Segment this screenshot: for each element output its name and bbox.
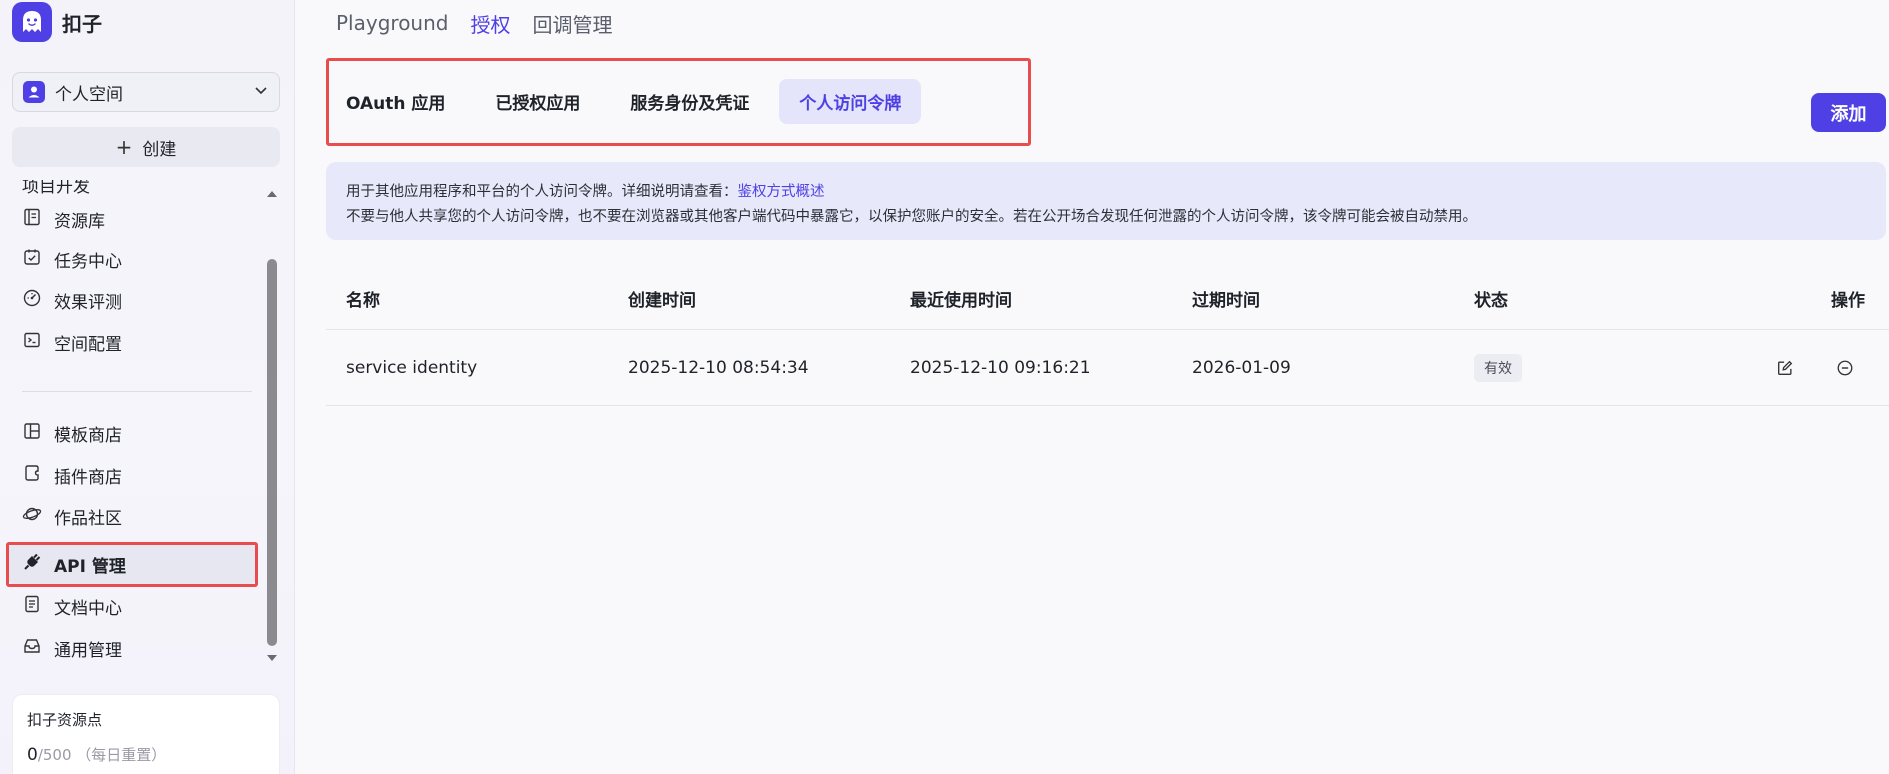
sidebar-item-label: 通用管理 <box>54 640 122 661</box>
sidebar-item-docs[interactable]: 文档中心 <box>22 589 122 623</box>
sidebar-nav: 项目开发 资源库 任务中心 效果评测 空间配置 模板商店 插件商店 作品社区 A… <box>0 180 295 670</box>
points-total: /500 <box>37 746 72 764</box>
workspace-select[interactable]: 个人空间 <box>12 72 280 112</box>
header-created: 创建时间 <box>628 291 696 311</box>
scroll-up-arrow-icon[interactable] <box>265 187 279 201</box>
add-token-button[interactable]: 添加 <box>1811 93 1886 132</box>
tab-playground[interactable]: Playground <box>336 11 448 35</box>
coze-logo-icon <box>12 2 52 42</box>
header-last-used: 最近使用时间 <box>910 291 1012 311</box>
brand[interactable]: 扣子 <box>12 2 102 42</box>
tab-authorized-apps[interactable]: 已授权应用 <box>495 79 580 124</box>
token-status-cell: 有效 <box>1474 330 1522 405</box>
sub-tabs: OAuth 应用 已授权应用 服务身份及凭证 个人访问令牌 <box>326 58 1028 144</box>
doc-icon <box>22 594 42 619</box>
points-title: 扣子资源点 <box>27 711 103 729</box>
sidebar-item-label: 任务中心 <box>54 251 122 272</box>
header-expires: 过期时间 <box>1192 291 1260 311</box>
sidebar-item-general[interactable]: 通用管理 <box>22 631 122 665</box>
tab-service-identity[interactable]: 服务身份及凭证 <box>630 79 749 124</box>
token-name: service identity <box>346 357 478 378</box>
sidebar-item-tasks[interactable]: 任务中心 <box>22 242 122 276</box>
table-row: service identity 2025-12-10 08:54:34 202… <box>326 330 1889 406</box>
edit-token-button[interactable] <box>1774 330 1796 405</box>
sidebar-item-project-dev[interactable]: 项目开发 <box>22 180 90 197</box>
sidebar-item-evaluation[interactable]: 效果评测 <box>22 283 122 317</box>
app-name: 扣子 <box>62 11 102 36</box>
create-label: 创建 <box>142 139 177 160</box>
header-name: 名称 <box>346 291 380 311</box>
resource-points-card: 扣子资源点 0/500 （每日重置） <box>12 694 280 774</box>
task-icon <box>22 247 42 272</box>
points-note: （每日重置） <box>76 746 167 764</box>
sidebar: 扣子 个人空间 + 创建 项目开发 资源库 任务中心 效果评测 空间配置 模板商… <box>0 0 295 774</box>
planet-icon <box>22 504 42 529</box>
chevron-down-icon <box>253 82 269 102</box>
sidebar-item-label: 插件商店 <box>54 467 122 488</box>
plugin-icon <box>22 463 42 488</box>
token-expires: 2026-01-09 <box>1192 357 1291 378</box>
info-banner: 用于其他应用程序和平台的个人访问令牌。详细说明请查看：鉴权方式概述 不要与他人共… <box>326 162 1886 240</box>
api-icon <box>22 552 42 577</box>
sidebar-scrollbar[interactable] <box>265 187 279 665</box>
status-badge: 有效 <box>1474 353 1522 382</box>
terminal-icon <box>22 330 42 355</box>
sidebar-item-api-management[interactable]: API 管理 <box>22 547 126 581</box>
sidebar-item-label: 作品社区 <box>54 508 122 529</box>
tab-personal-access-tokens[interactable]: 个人访问令牌 <box>779 78 922 124</box>
user-icon <box>23 81 45 103</box>
info-line-1: 用于其他应用程序和平台的个人访问令牌。详细说明请查看：鉴权方式概述 <box>346 180 1866 205</box>
points-usage: 0/500 （每日重置） <box>27 744 265 765</box>
sidebar-item-label: 空间配置 <box>54 334 122 355</box>
token-last-used: 2025-12-10 09:16:21 <box>910 357 1091 378</box>
scroll-down-arrow-icon[interactable] <box>265 651 279 665</box>
header-status: 状态 <box>1474 291 1508 311</box>
tab-oauth-apps[interactable]: OAuth 应用 <box>346 79 445 124</box>
sidebar-item-label: 资源库 <box>54 211 105 232</box>
disable-token-button[interactable] <box>1834 330 1856 405</box>
workspace-name: 个人空间 <box>55 84 123 105</box>
sidebar-item-space-config[interactable]: 空间配置 <box>22 325 122 359</box>
token-created: 2025-12-10 08:54:34 <box>628 357 809 378</box>
edit-icon <box>1774 357 1796 379</box>
sidebar-item-library[interactable]: 资源库 <box>22 202 105 236</box>
sidebar-item-community[interactable]: 作品社区 <box>22 499 122 533</box>
info-line-2: 不要与他人共享您的个人访问令牌，也不要在浏览器或其他客户端代码中暴露它，以保护您… <box>346 209 1477 225</box>
auth-overview-link[interactable]: 鉴权方式概述 <box>738 184 825 200</box>
inbox-icon <box>22 636 42 661</box>
top-tabs: Playground 授权 回调管理 <box>336 8 612 38</box>
scrollbar-thumb[interactable] <box>267 259 277 646</box>
template-icon <box>22 421 42 446</box>
tab-auth[interactable]: 授权 <box>470 9 510 38</box>
sidebar-item-label: 效果评测 <box>54 292 122 313</box>
sidebar-item-label: API 管理 <box>54 556 126 577</box>
library-icon <box>22 207 42 232</box>
sidebar-item-label: 文档中心 <box>54 598 122 619</box>
sidebar-item-template-store[interactable]: 模板商店 <box>22 416 122 450</box>
sidebar-divider <box>22 391 252 392</box>
points-used: 0 <box>27 745 38 765</box>
plus-icon: + <box>115 135 133 159</box>
table-header: 名称 创建时间 最近使用时间 过期时间 状态 操作 <box>326 276 1889 330</box>
sidebar-item-plugin-store[interactable]: 插件商店 <box>22 458 122 492</box>
gauge-icon <box>22 288 42 313</box>
sidebar-item-label: 模板商店 <box>54 425 122 446</box>
tokens-table: 名称 创建时间 最近使用时间 过期时间 状态 操作 service identi… <box>326 276 1889 406</box>
info-text: 用于其他应用程序和平台的个人访问令牌。详细说明请查看： <box>346 184 738 200</box>
create-button[interactable]: + 创建 <box>12 127 280 167</box>
header-actions: 操作 <box>1831 291 1865 311</box>
remove-circle-icon <box>1834 357 1856 379</box>
tab-callback[interactable]: 回调管理 <box>532 9 612 38</box>
